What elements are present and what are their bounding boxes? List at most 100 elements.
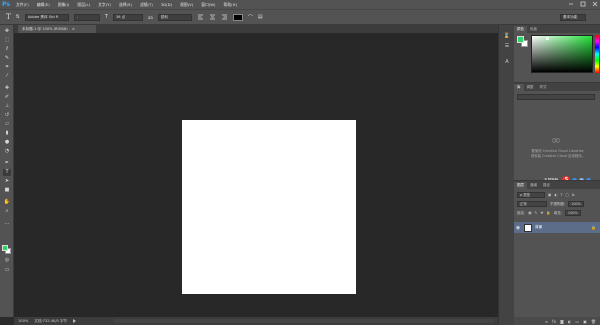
layer-style-icon[interactable]: fx	[552, 319, 556, 324]
lock-all-icon[interactable]: 🔒	[546, 211, 550, 215]
document-canvas[interactable]	[182, 120, 356, 294]
close-tab-icon[interactable]: ×	[72, 27, 75, 31]
tab-swatches[interactable]: 色板	[527, 26, 540, 33]
layers-panel-tabs: 图层 通道 路径	[514, 181, 600, 189]
layer-name[interactable]: 背景	[535, 225, 591, 230]
menu-select[interactable]: 选择(S)	[115, 2, 136, 8]
character-panel-dock-icon[interactable]: A	[503, 59, 511, 66]
delete-layer-icon[interactable]: 🗑	[591, 319, 596, 324]
panel-foreground-swatch[interactable]	[517, 36, 524, 43]
rectangle-tool-icon[interactable]: ■	[3, 187, 11, 194]
tab-adjustments[interactable]: 调整	[524, 84, 537, 91]
new-layer-icon[interactable]: ▣	[583, 319, 587, 324]
menu-filter[interactable]: 滤镜(T)	[136, 2, 157, 8]
warp-text-icon[interactable]: ⌒	[248, 14, 253, 21]
canvas-area[interactable]	[14, 33, 498, 317]
tab-color[interactable]: 颜色	[514, 26, 527, 33]
filter-shape-icon[interactable]: ▢	[566, 193, 569, 197]
status-menu-arrow-icon[interactable]	[73, 319, 77, 323]
menu-file[interactable]: 文件(F)	[12, 2, 33, 8]
filter-adjust-icon[interactable]: ◐	[554, 193, 557, 197]
tab-channels[interactable]: 通道	[527, 182, 540, 189]
add-mask-icon[interactable]: ◙	[560, 319, 564, 324]
new-adjustment-icon[interactable]: ◐	[568, 319, 572, 324]
font-style-select[interactable]: -	[73, 13, 100, 21]
blend-mode-select[interactable]: 正常	[517, 201, 547, 207]
color-picker-field[interactable]	[531, 35, 593, 73]
filter-pixel-icon[interactable]: ▣	[548, 193, 551, 197]
menu-3d[interactable]: 3D(D)	[157, 2, 176, 7]
quick-select-tool-icon[interactable]: ✎	[3, 55, 11, 62]
document-tab-label: 未标题-1 @ 100% (RGB/8)	[22, 27, 68, 31]
document-tab[interactable]: 未标题-1 @ 100% (RGB/8) ×	[18, 25, 96, 33]
brush-tool-icon[interactable]: ✐	[3, 94, 11, 101]
menu-type[interactable]: 文字(Y)	[94, 2, 115, 8]
menu-window[interactable]: 窗口(W)	[197, 2, 219, 8]
hand-tool-icon[interactable]: ✋	[3, 199, 11, 206]
new-group-icon[interactable]: ▭	[575, 319, 579, 324]
move-tool-icon[interactable]: ✥	[3, 28, 11, 35]
font-family-select[interactable]: Adobe 黑体 Std R	[24, 13, 69, 21]
workspace-select[interactable]: 基本功能	[560, 14, 586, 21]
tab-libraries[interactable]: 库	[514, 84, 524, 91]
blur-tool-icon[interactable]: ●	[3, 139, 11, 146]
gradient-tool-icon[interactable]: ▮	[3, 130, 11, 137]
crop-tool-icon[interactable]: ⌗	[3, 64, 11, 71]
history-brush-tool-icon[interactable]: ↺	[3, 112, 11, 119]
path-selection-tool-icon[interactable]: ➤	[3, 178, 11, 185]
menu-image[interactable]: 图像(I)	[54, 2, 74, 8]
visibility-eye-icon[interactable]: ◉	[514, 225, 522, 231]
text-color-swatch[interactable]	[232, 13, 243, 21]
close-icon[interactable]	[592, 1, 598, 7]
menu-view[interactable]: 视图(V)	[176, 2, 197, 8]
color-picker-cursor[interactable]	[546, 37, 549, 40]
tab-paths[interactable]: 路径	[540, 182, 553, 189]
layer-kind-filter[interactable]: ρ 类型	[517, 192, 545, 198]
opacity-value[interactable]: 100%	[568, 201, 584, 207]
menu-layer[interactable]: 图层(L)	[73, 2, 94, 8]
more-tools-icon[interactable]: …	[3, 220, 11, 227]
lock-move-icon[interactable]: ✥	[540, 211, 543, 215]
maximize-icon[interactable]	[580, 1, 586, 7]
clone-stamp-tool-icon[interactable]: ⊥	[3, 103, 11, 110]
link-layers-icon[interactable]: ∞	[545, 319, 548, 324]
foreground-color-swatch[interactable]	[2, 245, 8, 251]
screen-mode-icon[interactable]: ▭	[3, 267, 11, 274]
lock-transparent-icon[interactable]: ▦	[528, 211, 531, 215]
library-select[interactable]	[517, 94, 595, 100]
healing-brush-tool-icon[interactable]: ✚	[3, 85, 11, 92]
lock-paint-icon[interactable]: ✎	[535, 211, 538, 215]
tab-layers[interactable]: 图层	[514, 182, 527, 189]
tools-panel: ✥ ⬚ ℓ ✎ ⌗ ⁄ ✚ ✐ ⊥ ↺ ▱ ▮ ● ◔ ✒ T ➤ ■ ✋ ⌕ …	[0, 25, 14, 317]
quick-mask-icon[interactable]: ◎	[3, 257, 11, 264]
text-orientation-icon[interactable]: ⇅	[16, 14, 20, 20]
pen-tool-icon[interactable]: ✒	[3, 160, 11, 167]
filter-type-icon[interactable]: T	[560, 193, 562, 197]
align-right-icon[interactable]	[221, 14, 228, 21]
lasso-tool-icon[interactable]: ℓ	[3, 46, 11, 53]
eraser-tool-icon[interactable]: ▱	[3, 121, 11, 128]
marquee-tool-icon[interactable]: ⬚	[3, 37, 11, 44]
character-panel-icon[interactable]: ▤	[258, 14, 263, 20]
menu-help[interactable]: 帮助(H)	[220, 2, 241, 8]
minimize-icon[interactable]	[568, 1, 574, 7]
align-left-icon[interactable]	[197, 14, 204, 21]
horizontal-scrollbar[interactable]	[114, 319, 494, 323]
type-tool-preset-icon[interactable]: T	[6, 13, 11, 21]
properties-panel-icon[interactable]: ☰	[503, 43, 511, 50]
zoom-tool-icon[interactable]: ⌕	[3, 208, 11, 215]
align-center-icon[interactable]	[209, 14, 216, 21]
layer-row[interactable]: ◉ 背景 🔒	[514, 222, 600, 233]
antialias-select[interactable]: 锐利	[157, 13, 192, 21]
history-panel-icon[interactable]: ⌛	[503, 33, 511, 40]
menu-edit[interactable]: 编辑(E)	[33, 2, 54, 8]
zoom-level[interactable]: 100%	[18, 319, 28, 323]
type-tool-icon[interactable]: T	[3, 169, 11, 176]
font-size-select[interactable]: 36 点	[112, 13, 143, 21]
eyedropper-tool-icon[interactable]: ⁄	[3, 73, 11, 80]
tab-styles[interactable]: 样式	[537, 84, 550, 91]
filter-smart-icon[interactable]: ⧉	[572, 193, 575, 197]
fill-value[interactable]: 100%	[564, 210, 581, 216]
dodge-tool-icon[interactable]: ◔	[3, 148, 11, 155]
hue-slider[interactable]	[595, 35, 599, 73]
